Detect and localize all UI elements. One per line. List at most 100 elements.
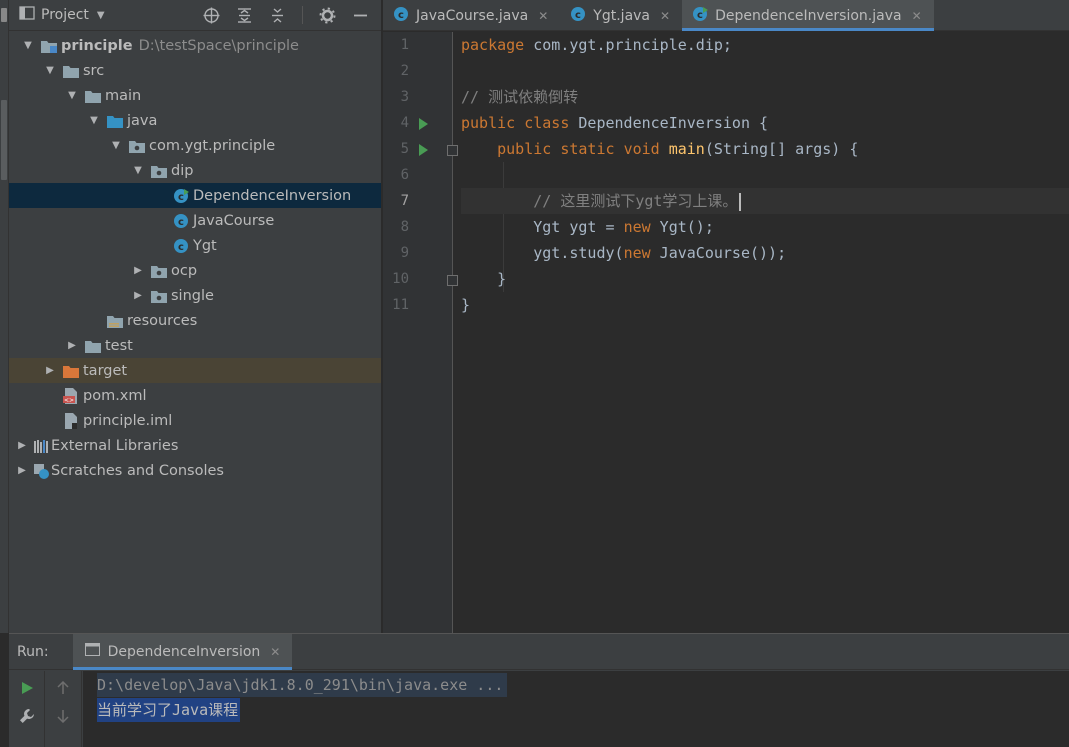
line-number: 9 (400, 245, 409, 261)
tree-item-main[interactable]: ▼ main (9, 83, 381, 108)
left-tool-strip (0, 0, 9, 633)
code-text: } (461, 296, 471, 314)
gear-icon[interactable] (319, 7, 336, 24)
chevron-right-icon[interactable]: ▶ (15, 465, 29, 476)
project-view-icon (19, 5, 35, 25)
chevron-down-icon[interactable]: ▼ (109, 140, 123, 151)
close-icon[interactable]: ✕ (538, 9, 548, 23)
tree-item-resources[interactable]: resources (9, 308, 381, 333)
wrench-icon[interactable] (18, 707, 36, 725)
keyword: new (623, 244, 651, 262)
tree-item-principle-iml[interactable]: principle.iml (9, 408, 381, 433)
excluded-folder-icon (63, 363, 79, 379)
iml-file-icon (63, 412, 79, 429)
arrow-down-icon[interactable] (54, 707, 72, 725)
code-line-11: } (461, 292, 1069, 318)
tab-javacourse-java[interactable]: c JavaCourse.java ✕ (383, 0, 560, 31)
arrow-up-icon[interactable] (54, 679, 72, 697)
structure-strip-icon[interactable] (1, 100, 7, 180)
code-text: JavaCourse()); (650, 244, 787, 262)
chevron-right-icon[interactable]: ▶ (43, 365, 57, 376)
chevron-down-icon[interactable]: ▼ (43, 65, 57, 76)
line-number: 6 (400, 167, 409, 183)
run-label: Run: (17, 643, 49, 660)
tree-item-external-libraries[interactable]: ▶ External Libraries (9, 433, 381, 458)
chevron-down-icon[interactable]: ▼ (87, 115, 101, 126)
tree-item-label: principle.iml (83, 412, 173, 429)
chevron-down-icon[interactable]: ▼ (131, 165, 145, 176)
code-line-9: ygt.study(new JavaCourse()); (461, 240, 1069, 266)
code-area[interactable]: package com.ygt.principle.dip; // 测试依赖倒转… (461, 32, 1069, 633)
text-cursor (739, 192, 742, 211)
tab-label: DependenceInversion.java (715, 7, 902, 24)
keyword: public (461, 114, 516, 132)
code-editor[interactable]: 1 2 3 4 5 6 7 8 9 10 11 package com.ygt.… (383, 32, 1069, 633)
chevron-right-icon[interactable]: ▶ (131, 265, 145, 276)
run-scroll-toolbar (45, 671, 82, 747)
chevron-down-icon[interactable]: ▼ (97, 10, 105, 21)
line-number: 3 (400, 89, 409, 105)
hide-icon[interactable] (352, 7, 369, 24)
project-strip-icon[interactable] (1, 8, 7, 22)
java-runnable-class-icon: c (173, 188, 189, 204)
code-text: Ygt ygt = (533, 218, 624, 236)
code-text: com.ygt.principle.dip; (524, 36, 732, 54)
tab-dependenceinversion-java[interactable]: c DependenceInversion.java ✕ (682, 0, 934, 31)
tree-item-single[interactable]: ▶ single (9, 283, 381, 308)
fold-icon[interactable] (447, 275, 458, 286)
library-icon (33, 438, 49, 454)
chevron-right-icon[interactable]: ▶ (15, 440, 29, 451)
package-icon (129, 138, 145, 154)
console-output[interactable]: D:\develop\Java\jdk1.8.0_291\bin\java.ex… (83, 671, 1069, 747)
project-view-title[interactable]: Project (41, 7, 89, 23)
run-class-icon[interactable] (419, 118, 428, 130)
resources-folder-icon (107, 313, 123, 329)
tree-item-ocp[interactable]: ▶ ocp (9, 258, 381, 283)
collapse-all-icon[interactable] (269, 7, 286, 24)
tree-item-java[interactable]: ▼ java (9, 108, 381, 133)
locate-icon[interactable] (203, 7, 220, 24)
tree-item-scratches-and-consoles[interactable]: ▶ Scratches and Consoles (9, 458, 381, 483)
chevron-down-icon[interactable]: ▼ (65, 90, 79, 101)
tree-item-label: Ygt (193, 237, 217, 254)
run-main-icon[interactable] (419, 144, 428, 156)
chevron-right-icon[interactable]: ▶ (65, 340, 79, 351)
expand-all-icon[interactable] (236, 7, 253, 24)
keyword: public (497, 140, 552, 158)
tree-item-pom-xml[interactable]: <> pom.xml (9, 383, 381, 408)
tree-item-javacourse[interactable]: c JavaCourse (9, 208, 381, 233)
package-icon (151, 288, 167, 304)
line-number: 2 (400, 63, 409, 79)
fold-icon[interactable] (447, 145, 458, 156)
tree-item-target[interactable]: ▶ target (9, 358, 381, 383)
svg-text:c: c (178, 192, 184, 203)
tree-item-label: src (83, 62, 105, 79)
rerun-icon[interactable] (18, 679, 36, 697)
code-line-8: Ygt ygt = new Ygt(); (461, 214, 1069, 240)
tree-item-label: com.ygt.principle (149, 137, 276, 154)
tree-item-src[interactable]: ▼ src (9, 58, 381, 83)
tab-ygt-java[interactable]: c Ygt.java ✕ (560, 0, 682, 31)
package-icon (151, 263, 167, 279)
tree-item-com-ygt-principle[interactable]: ▼ com.ygt.principle (9, 133, 381, 158)
chevron-down-icon[interactable]: ▼ (21, 40, 35, 51)
tree-item-dip[interactable]: ▼ dip (9, 158, 381, 183)
chevron-right-icon[interactable]: ▶ (131, 290, 145, 301)
tree-item-test[interactable]: ▶ test (9, 333, 381, 358)
tree-item-label: JavaCourse (193, 212, 275, 229)
tree-item-ygt[interactable]: c Ygt (9, 233, 381, 258)
close-icon[interactable]: ✕ (912, 9, 922, 23)
close-icon[interactable]: ✕ (270, 645, 280, 659)
line-number: 5 (400, 141, 409, 157)
code-text: (String[] args) { (704, 140, 859, 158)
folder-icon (85, 338, 101, 354)
java-class-icon: c (173, 238, 189, 254)
tree-item-label: pom.xml (83, 387, 147, 404)
keyword: void (623, 140, 660, 158)
tree-item-principle[interactable]: ▼ principle D:\testSpace\principle (9, 33, 381, 58)
module-folder-icon (41, 38, 57, 54)
project-panel: Project ▼ ▼ principle D:\testSpace\princ… (9, 0, 382, 633)
close-icon[interactable]: ✕ (660, 9, 670, 23)
tree-item-dependenceinversion[interactable]: c DependenceInversion (9, 183, 381, 208)
run-tab-dependenceinversion[interactable]: DependenceInversion ✕ (72, 633, 293, 670)
